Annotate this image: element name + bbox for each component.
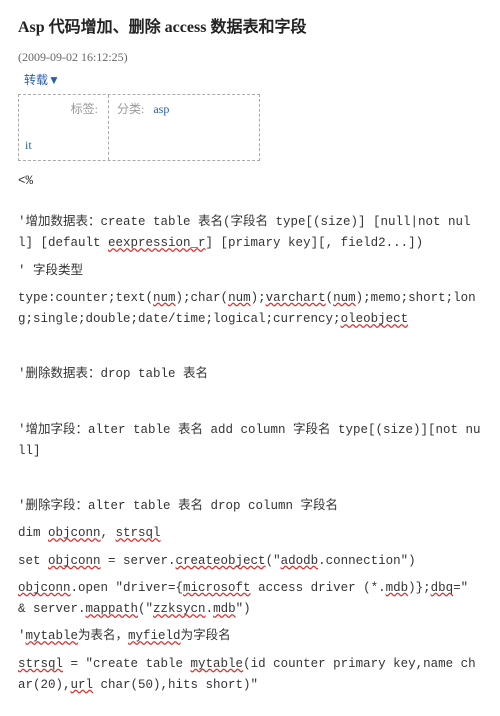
timestamp: (2009-09-02 16:12:25) — [18, 47, 482, 67]
code-line: '删除字段：alter table 表名 drop column 字段名 — [18, 496, 482, 517]
spellcheck-mark: eexpression_r — [108, 236, 206, 250]
code-line: '增加数据表：create table 表名(字段名 type[(size)] … — [18, 212, 482, 255]
code-line: ' 字段类型 — [18, 261, 482, 282]
tag-label: 标签: — [25, 99, 102, 119]
code-line: strsql = "create table mytable(id counte… — [18, 654, 482, 697]
cat-value[interactable]: asp — [153, 102, 169, 116]
code-line: objconn.open "driver={microsoft access d… — [18, 578, 482, 621]
code-line: <% — [18, 171, 482, 192]
code-line: '增加字段：alter table 表名 add column 字段名 type… — [18, 420, 482, 463]
code-line: '删除数据表：drop table 表名 — [18, 364, 482, 385]
document-body: <% '增加数据表：create table 表名(字段名 type[(size… — [18, 171, 482, 696]
code-line: dim objconn, strsql — [18, 523, 482, 544]
code-line: set objconn = server.createobject("adodb… — [18, 551, 482, 572]
meta-box: 标签: it 分类: asp — [18, 94, 260, 161]
page-title: Asp 代码增加、删除 access 数据表和字段 — [18, 14, 482, 41]
code-line: 'mytable为表名，myfield为字段名 — [18, 626, 482, 647]
cat-label: 分类: — [117, 102, 144, 116]
code-line: type:counter;text(num);char(num);varchar… — [18, 288, 482, 331]
repost-link[interactable]: 转载▼ — [24, 70, 482, 90]
tag-value[interactable]: it — [25, 135, 102, 155]
